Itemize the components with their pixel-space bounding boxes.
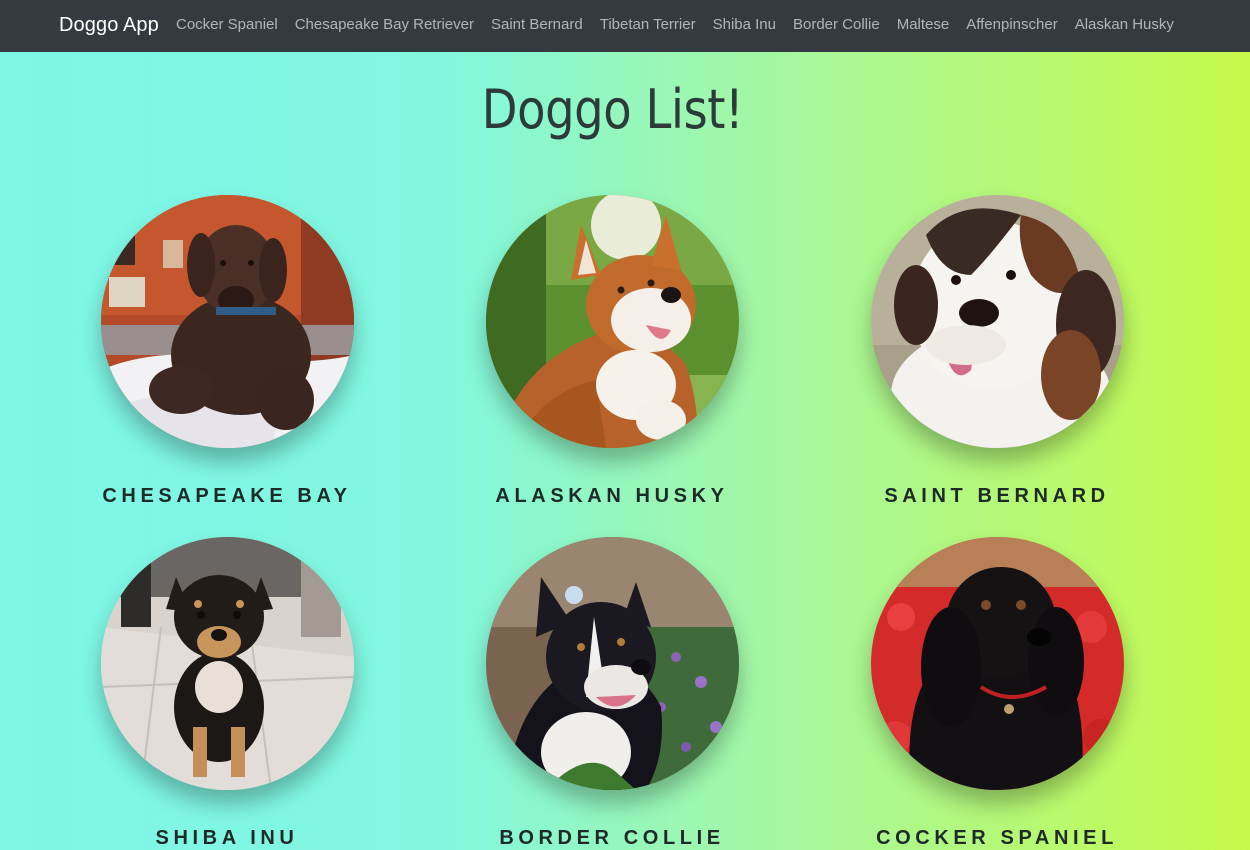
dog-name: SHIBA INU [155, 827, 299, 849]
nav-link-alaskan-husky[interactable]: Alaskan Husky [1075, 16, 1174, 33]
dog-name: ALASKAN HUSKY [495, 485, 729, 507]
shiba-inu-photo[interactable] [101, 537, 354, 790]
nav-link-tibetan-terrier[interactable]: Tibetan Terrier [600, 16, 696, 33]
border-collie-photo[interactable] [486, 537, 739, 790]
dog-name: CHESAPEAKE BAY [102, 485, 352, 507]
navbar: Doggo App Cocker Spaniel Chesapeake Bay … [0, 0, 1250, 52]
cocker-spaniel-photo[interactable] [871, 537, 1124, 790]
nav-link-chesapeake-bay-retriever[interactable]: Chesapeake Bay Retriever [295, 16, 474, 33]
saint-bernard-photo[interactable] [871, 195, 1124, 448]
nav-link-cocker-spaniel[interactable]: Cocker Spaniel [176, 16, 278, 33]
nav-link-affenpinscher[interactable]: Affenpinscher [966, 16, 1057, 33]
alaskan-husky-photo[interactable] [486, 195, 739, 448]
dog-name: COCKER SPANIEL [876, 827, 1118, 849]
nav-link-border-collie[interactable]: Border Collie [793, 16, 880, 33]
brand-link[interactable]: Doggo App [59, 12, 159, 38]
nav-links: Cocker Spaniel Chesapeake Bay Retriever … [176, 15, 1174, 35]
dog-name: SAINT BERNARD [884, 485, 1110, 507]
dog-name: BORDER COLLIE [499, 827, 725, 849]
nav-link-maltese[interactable]: Maltese [897, 16, 950, 33]
chesapeake-bay-photo[interactable] [101, 195, 354, 448]
nav-link-saint-bernard[interactable]: Saint Bernard [491, 16, 583, 33]
page-title: Doggo List! [481, 78, 744, 141]
nav-link-shiba-inu[interactable]: Shiba Inu [713, 16, 776, 33]
